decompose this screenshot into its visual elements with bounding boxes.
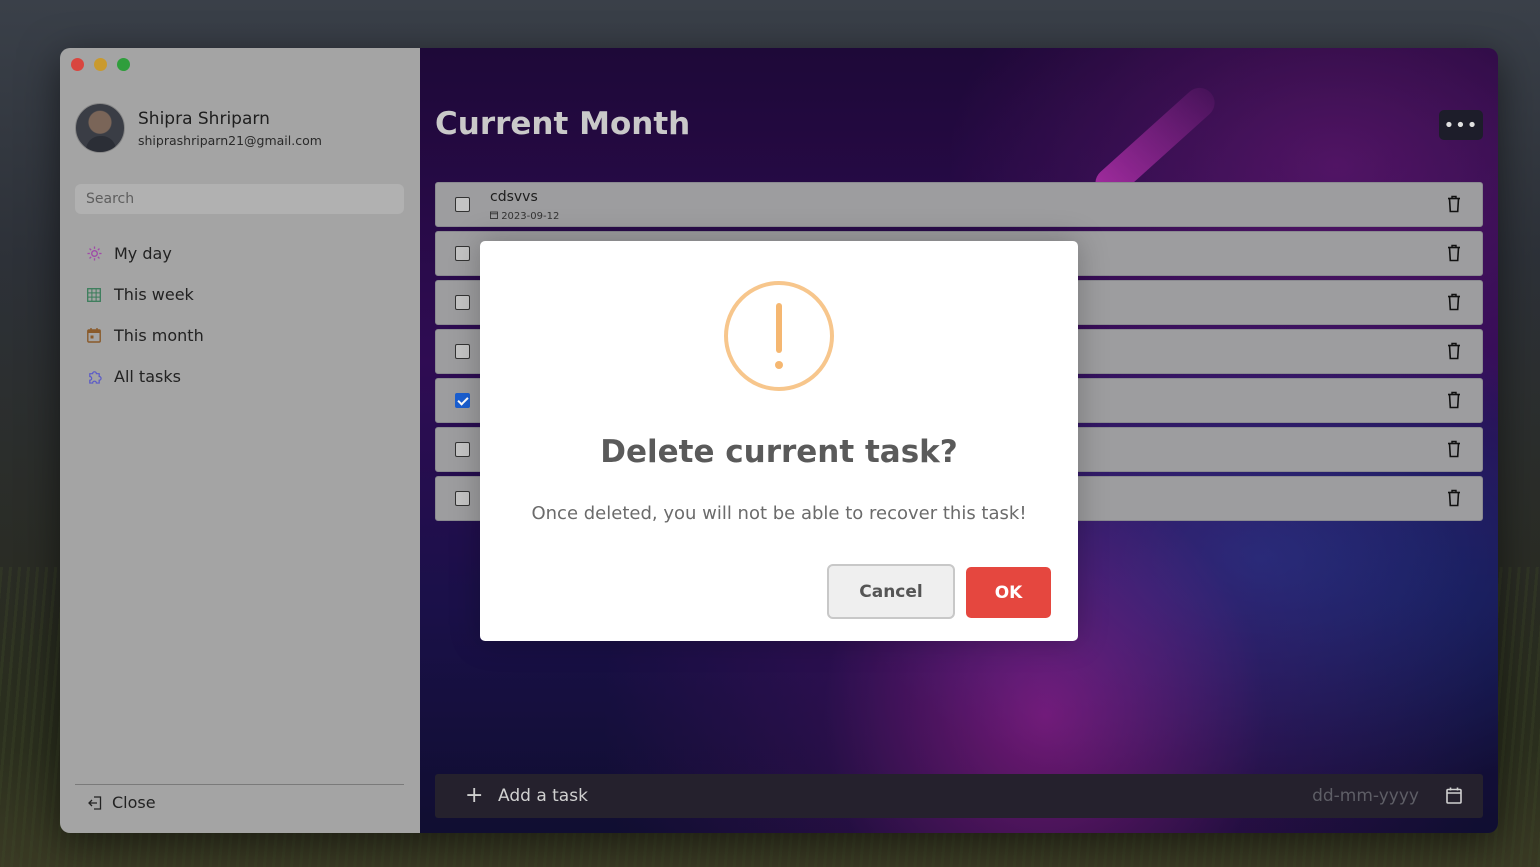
- add-task-bar[interactable]: + Add a task dd-mm-yyyy: [435, 774, 1483, 818]
- calendar-icon: [85, 328, 103, 343]
- sidebar-item-this-week[interactable]: This week: [85, 274, 204, 315]
- sidebar-item-this-month[interactable]: This month: [85, 315, 204, 356]
- close-button[interactable]: Close: [86, 793, 156, 812]
- profile-email: shiprashriparn21@gmail.com: [138, 132, 322, 148]
- sun-icon: [85, 246, 103, 261]
- exit-icon: [86, 795, 104, 810]
- trash-icon[interactable]: [1447, 440, 1461, 458]
- task-checkbox[interactable]: [455, 344, 470, 359]
- search-input[interactable]: [75, 184, 404, 214]
- page-title: Current Month: [435, 106, 691, 142]
- trash-icon[interactable]: [1447, 293, 1461, 311]
- trash-icon[interactable]: [1447, 342, 1461, 360]
- sidebar-item-my-day[interactable]: My day: [85, 233, 204, 274]
- sidebar-divider: [75, 784, 404, 785]
- sidebar-item-label: All tasks: [114, 367, 181, 386]
- dialog-message: Once deleted, you will not be able to re…: [531, 503, 1027, 524]
- user-profile: Shipra Shriparn shiprashriparn21@gmail.c…: [75, 103, 322, 153]
- task-checkbox[interactable]: [455, 246, 470, 261]
- task-checkbox[interactable]: [455, 442, 470, 457]
- trash-icon[interactable]: [1447, 391, 1461, 409]
- add-task-input[interactable]: Add a task: [498, 786, 588, 806]
- sidebar: Shipra Shriparn shiprashriparn21@gmail.c…: [60, 48, 420, 833]
- close-label: Close: [112, 793, 156, 812]
- calendar-icon[interactable]: [1446, 787, 1462, 804]
- sidebar-item-label: My day: [114, 244, 172, 263]
- task-checkbox[interactable]: [455, 491, 470, 506]
- sidebar-item-label: This week: [114, 285, 194, 304]
- sidebar-item-all-tasks[interactable]: All tasks: [85, 356, 204, 397]
- profile-name: Shipra Shriparn: [138, 108, 270, 129]
- task-checkbox[interactable]: [455, 295, 470, 310]
- calendar-small-icon: [490, 211, 498, 219]
- sidebar-nav: My day This week This month All tasks: [85, 233, 204, 397]
- trash-icon[interactable]: [1447, 195, 1461, 213]
- more-options-button[interactable]: •••: [1439, 110, 1483, 140]
- ok-button[interactable]: OK: [966, 567, 1051, 618]
- sidebar-item-label: This month: [114, 326, 204, 345]
- warning-icon: [724, 281, 834, 391]
- trash-icon[interactable]: [1447, 489, 1461, 507]
- maximize-window-button[interactable]: [117, 58, 130, 71]
- task-row: cdsvvs 2023-09-12: [435, 182, 1483, 227]
- task-checkbox-checked[interactable]: [455, 393, 470, 408]
- task-date: 2023-09-12: [490, 211, 559, 222]
- minimize-window-button[interactable]: [94, 58, 107, 71]
- delete-confirm-dialog: Delete current task? Once deleted, you w…: [480, 241, 1078, 641]
- window-controls: [71, 58, 130, 71]
- trash-icon[interactable]: [1447, 244, 1461, 262]
- task-checkbox[interactable]: [455, 197, 470, 212]
- dialog-title: Delete current task?: [600, 434, 958, 470]
- task-title: cdsvvs: [490, 189, 538, 205]
- date-input[interactable]: dd-mm-yyyy: [1312, 786, 1419, 806]
- grid-icon: [85, 287, 103, 302]
- cancel-button[interactable]: Cancel: [827, 564, 955, 619]
- avatar: [75, 103, 125, 153]
- plus-icon: +: [465, 783, 484, 808]
- close-window-button[interactable]: [71, 58, 84, 71]
- puzzle-icon: [85, 369, 103, 384]
